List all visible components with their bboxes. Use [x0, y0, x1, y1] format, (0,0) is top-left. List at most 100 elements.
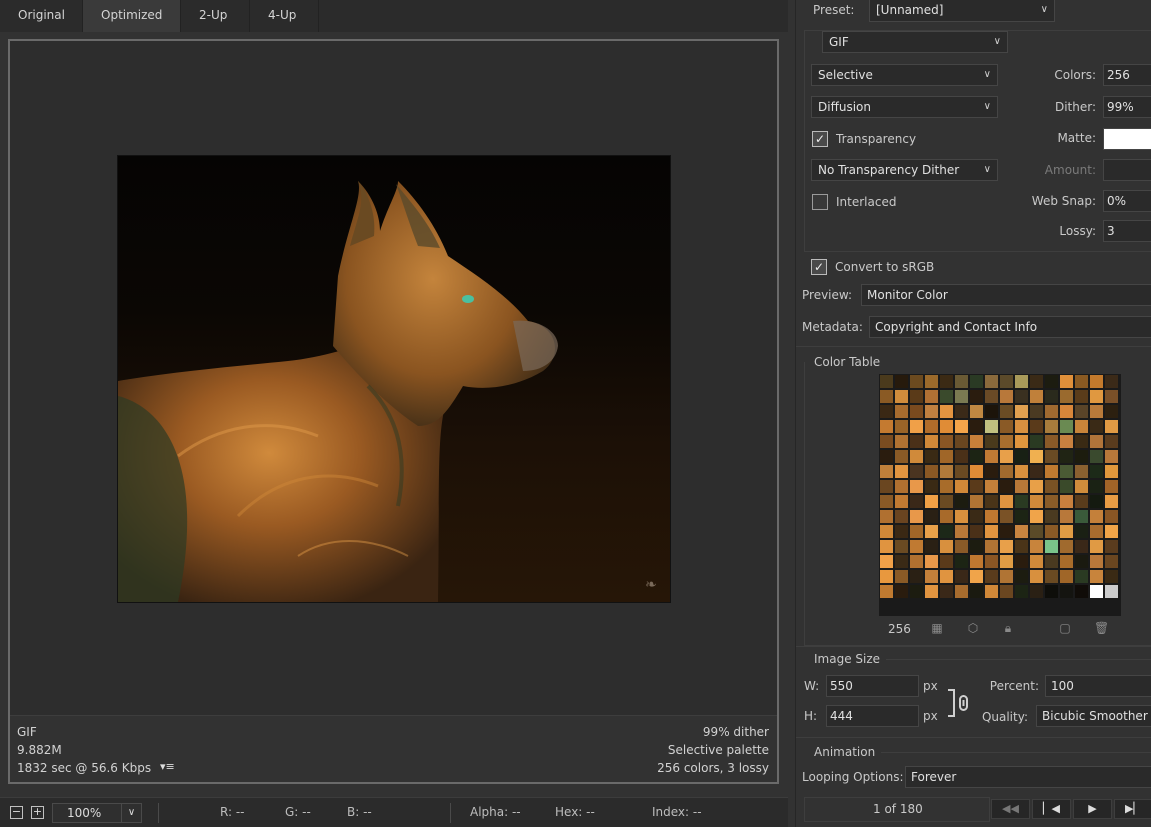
- color-swatch[interactable]: [1014, 404, 1029, 419]
- color-swatch[interactable]: [1074, 464, 1089, 479]
- color-swatch[interactable]: [954, 434, 969, 449]
- color-swatch[interactable]: [984, 434, 999, 449]
- websnap-field[interactable]: 0%: [1103, 190, 1151, 212]
- color-swatch[interactable]: [984, 419, 999, 434]
- color-swatch[interactable]: [939, 479, 954, 494]
- color-swatch[interactable]: [879, 404, 894, 419]
- color-swatch[interactable]: [1059, 479, 1074, 494]
- color-swatch[interactable]: [1044, 509, 1059, 524]
- color-swatch[interactable]: [894, 404, 909, 419]
- color-swatch[interactable]: [924, 479, 939, 494]
- color-swatch[interactable]: [1029, 524, 1044, 539]
- color-swatch[interactable]: [1014, 389, 1029, 404]
- color-swatch[interactable]: [894, 509, 909, 524]
- color-swatch[interactable]: [1029, 569, 1044, 584]
- color-swatch[interactable]: [1044, 449, 1059, 464]
- color-swatch[interactable]: [984, 539, 999, 554]
- color-swatch[interactable]: [939, 374, 954, 389]
- color-swatch[interactable]: [999, 389, 1014, 404]
- color-swatch[interactable]: [969, 404, 984, 419]
- color-swatch[interactable]: [984, 404, 999, 419]
- color-swatch[interactable]: [1089, 584, 1104, 599]
- colors-field[interactable]: 256: [1103, 64, 1151, 86]
- color-swatch[interactable]: [1044, 374, 1059, 389]
- color-swatch[interactable]: [969, 509, 984, 524]
- previous-frame-icon[interactable]: ▏◀: [1032, 799, 1071, 819]
- color-swatch[interactable]: [1089, 389, 1104, 404]
- color-swatch[interactable]: [954, 569, 969, 584]
- color-swatch[interactable]: [969, 569, 984, 584]
- matte-swatch[interactable]: [1103, 128, 1151, 150]
- color-swatch[interactable]: [999, 449, 1014, 464]
- color-swatch[interactable]: [939, 389, 954, 404]
- color-swatch[interactable]: [894, 449, 909, 464]
- color-swatch[interactable]: [879, 554, 894, 569]
- color-swatch[interactable]: [954, 524, 969, 539]
- color-swatch[interactable]: [969, 539, 984, 554]
- color-swatch[interactable]: [969, 434, 984, 449]
- color-swatch[interactable]: [1059, 449, 1074, 464]
- color-swatch[interactable]: [1074, 569, 1089, 584]
- color-swatch[interactable]: [984, 464, 999, 479]
- interlaced-checkbox[interactable]: [812, 194, 828, 210]
- color-swatch[interactable]: [1044, 464, 1059, 479]
- color-swatch[interactable]: [879, 374, 894, 389]
- color-swatch[interactable]: [1074, 509, 1089, 524]
- color-swatch[interactable]: [1044, 554, 1059, 569]
- preview-image[interactable]: ❧: [117, 155, 671, 603]
- color-swatch[interactable]: [1074, 554, 1089, 569]
- color-swatch[interactable]: [1044, 524, 1059, 539]
- color-swatch[interactable]: [924, 434, 939, 449]
- color-swatch[interactable]: [1059, 419, 1074, 434]
- color-swatch[interactable]: [1044, 404, 1059, 419]
- color-swatch[interactable]: [894, 389, 909, 404]
- transparency-dither-select[interactable]: No Transparency Dither ∨: [811, 159, 998, 181]
- play-icon[interactable]: ▶: [1073, 799, 1112, 819]
- color-swatch[interactable]: [879, 479, 894, 494]
- dither-field[interactable]: 99%: [1103, 96, 1151, 118]
- color-swatch[interactable]: [909, 494, 924, 509]
- color-swatch[interactable]: [984, 509, 999, 524]
- color-swatch[interactable]: [1089, 494, 1104, 509]
- color-swatch[interactable]: [894, 374, 909, 389]
- tab-original[interactable]: Original: [0, 0, 83, 32]
- color-swatch[interactable]: [969, 584, 984, 599]
- color-swatch[interactable]: [1104, 539, 1119, 554]
- color-swatch[interactable]: [954, 479, 969, 494]
- color-swatch[interactable]: [1029, 479, 1044, 494]
- amount-field[interactable]: [1103, 159, 1151, 181]
- color-swatch[interactable]: [1074, 494, 1089, 509]
- color-swatch[interactable]: [1089, 569, 1104, 584]
- color-swatch[interactable]: [879, 569, 894, 584]
- color-swatch[interactable]: [1014, 434, 1029, 449]
- color-swatch[interactable]: [1044, 434, 1059, 449]
- color-swatch[interactable]: [969, 449, 984, 464]
- color-swatch[interactable]: [1074, 374, 1089, 389]
- color-swatch[interactable]: [894, 464, 909, 479]
- color-swatch[interactable]: [954, 419, 969, 434]
- color-swatch[interactable]: [939, 494, 954, 509]
- color-swatch[interactable]: [924, 419, 939, 434]
- color-swatch[interactable]: [894, 524, 909, 539]
- color-swatch[interactable]: [924, 449, 939, 464]
- download-speed-menu-icon[interactable]: ▾≡: [160, 760, 180, 774]
- web-shift-cube-icon[interactable]: ⬡: [966, 621, 980, 635]
- color-swatch[interactable]: [909, 569, 924, 584]
- color-swatch[interactable]: [909, 584, 924, 599]
- color-swatch[interactable]: [1089, 404, 1104, 419]
- color-table-grid[interactable]: [879, 374, 1121, 616]
- color-swatch[interactable]: [1089, 479, 1104, 494]
- color-swatch[interactable]: [924, 404, 939, 419]
- color-swatch[interactable]: [909, 509, 924, 524]
- color-swatch[interactable]: [1014, 569, 1029, 584]
- color-swatch[interactable]: [984, 584, 999, 599]
- format-select[interactable]: GIF ∨: [822, 31, 1008, 53]
- color-swatch[interactable]: [984, 569, 999, 584]
- color-swatch[interactable]: [939, 419, 954, 434]
- tab-optimized[interactable]: Optimized: [83, 0, 181, 32]
- color-swatch[interactable]: [909, 524, 924, 539]
- color-swatch[interactable]: [999, 434, 1014, 449]
- color-swatch[interactable]: [984, 524, 999, 539]
- color-swatch[interactable]: [969, 479, 984, 494]
- color-swatch[interactable]: [939, 569, 954, 584]
